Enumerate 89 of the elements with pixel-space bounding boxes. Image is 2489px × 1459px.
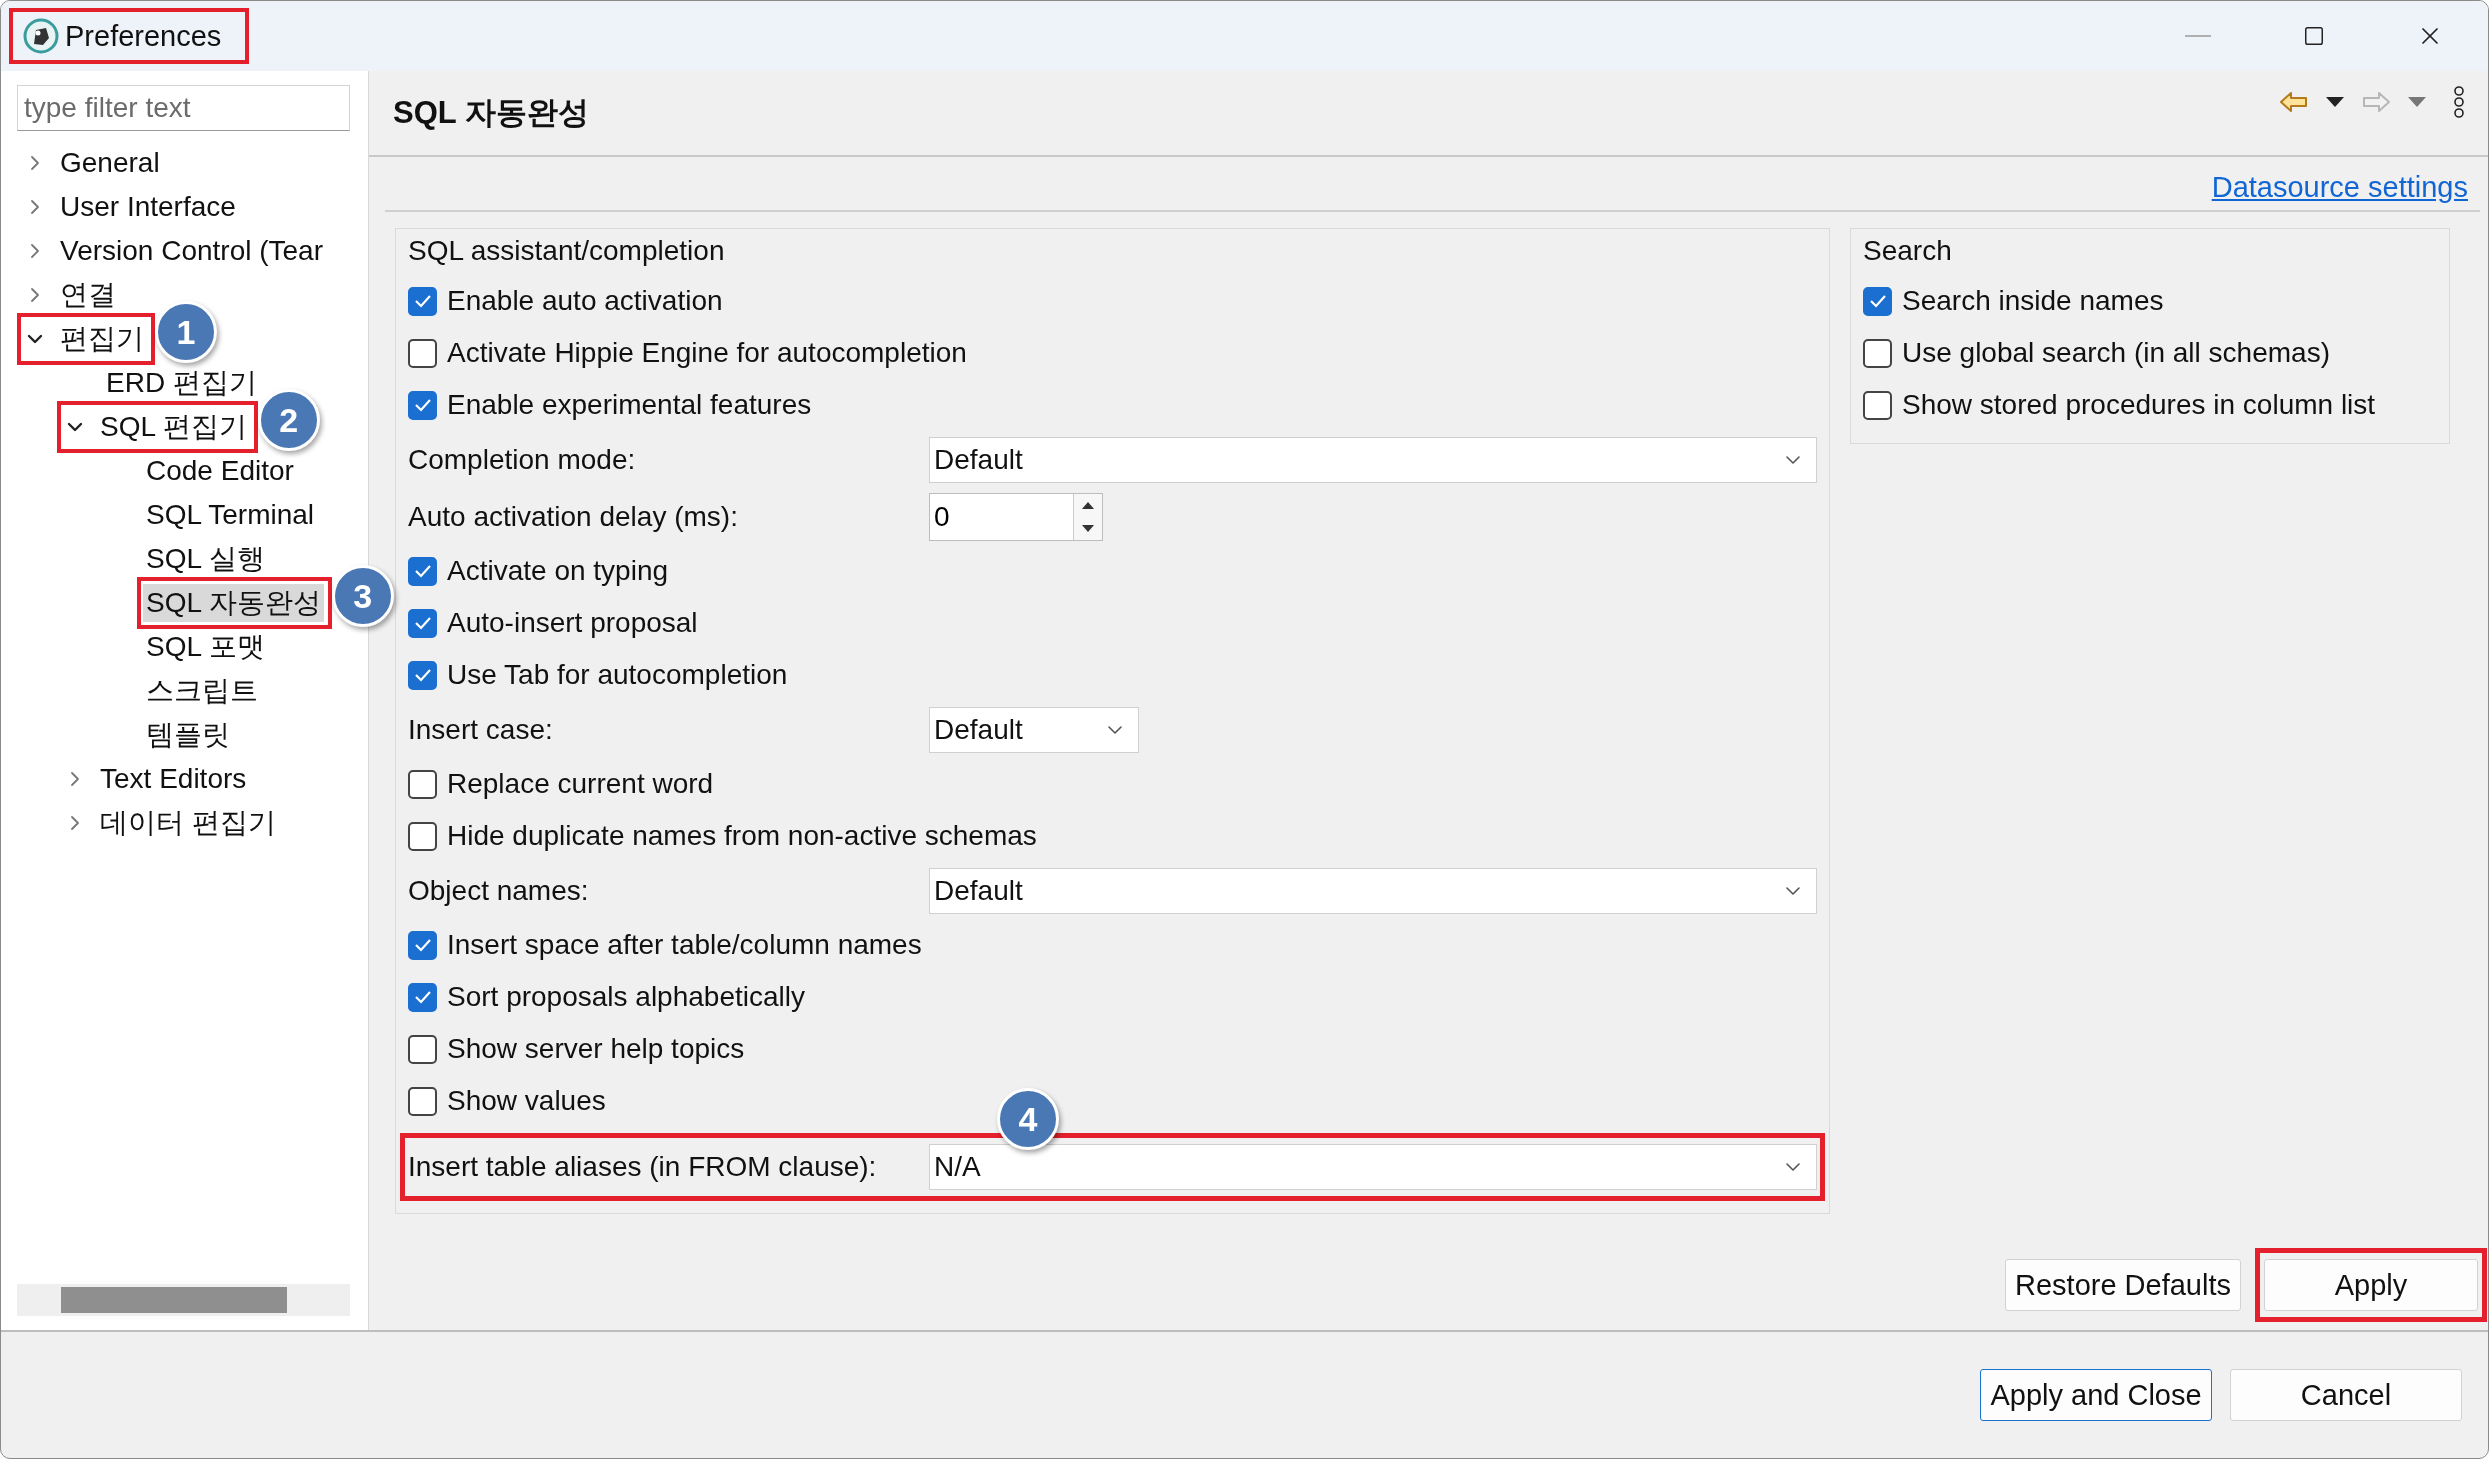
checkbox[interactable] — [408, 608, 437, 638]
tree-item[interactable]: General — [57, 147, 163, 179]
tree-item[interactable]: SQL Terminal — [143, 499, 318, 531]
checkbox[interactable] — [408, 390, 437, 420]
tree-item[interactable]: Code Editor — [143, 455, 297, 487]
tree-item[interactable]: User Interface — [57, 191, 239, 223]
checkbox-option[interactable]: Hide duplicate names from non-active schemas — [408, 810, 1037, 862]
number-spinner[interactable]: 0 — [929, 492, 1103, 541]
dropdown-select[interactable]: Default — [929, 436, 1817, 483]
checkbox[interactable] — [408, 1086, 437, 1116]
maximize-icon — [2303, 25, 2325, 47]
checkbox[interactable] — [408, 556, 437, 586]
tree-item[interactable]: 스크립트 — [143, 672, 261, 710]
tree-item[interactable]: Text Editors — [97, 763, 250, 795]
field-label: Completion mode: — [408, 443, 637, 476]
field-label: Auto activation delay (ms): — [408, 500, 739, 533]
checkmark-icon — [413, 398, 432, 412]
checkbox[interactable] — [408, 821, 437, 851]
tree-item[interactable]: 연결 — [57, 276, 119, 314]
checkmark-icon — [413, 938, 432, 952]
tree-item[interactable]: 데이터 편집기 — [97, 804, 279, 842]
tree-item[interactable]: SQL 실행 — [143, 540, 268, 578]
checkbox-option[interactable]: Use Tab for autocompletion — [408, 649, 788, 701]
field-label: Insert case: — [408, 713, 554, 746]
tree-item[interactable]: SQL 자동완성 — [143, 584, 324, 622]
checkbox-option[interactable]: Show server help topics — [408, 1023, 745, 1075]
tree-item[interactable]: SQL 포맷 — [143, 628, 268, 666]
checkbox-option[interactable]: Show stored procedures in column list — [1863, 379, 2376, 431]
checkbox-option[interactable]: Search inside names — [1863, 275, 2164, 327]
tree-item[interactable]: SQL 편집기 — [97, 408, 250, 446]
checkbox-option[interactable]: Enable experimental features — [408, 379, 812, 431]
checkbox[interactable] — [408, 286, 437, 316]
number-input[interactable]: 0 — [930, 499, 1073, 534]
checkbox-option[interactable]: Insert space after table/column names — [408, 919, 922, 971]
tree-item[interactable]: ERD 편집기 — [103, 364, 260, 402]
dropdown-select[interactable]: N/A — [929, 1144, 1817, 1190]
checkbox[interactable] — [408, 338, 437, 368]
callout-badge: 4 — [997, 1088, 1059, 1150]
field-label: Insert table aliases (in FROM clause): — [408, 1151, 878, 1183]
checkbox[interactable] — [1863, 286, 1892, 316]
down-triangle-icon — [1082, 524, 1094, 532]
dropdown-caret-icon[interactable] — [2326, 97, 2344, 107]
restore-defaults-button[interactable]: Restore Defaults — [2005, 1259, 2241, 1311]
cancel-button[interactable]: Cancel — [2230, 1369, 2462, 1421]
apply-button[interactable]: Apply — [2264, 1259, 2478, 1311]
dropdown-select[interactable]: Default — [929, 706, 1139, 753]
callout-badge: 1 — [155, 301, 217, 363]
tree-item[interactable]: 편집기 — [57, 320, 147, 358]
checkmark-icon — [413, 668, 432, 682]
checkbox-option[interactable]: Use global search (in all schemas) — [1863, 327, 2330, 379]
app-logo-icon — [23, 18, 59, 54]
dropdown-select[interactable]: Default — [929, 867, 1817, 914]
tree-item[interactable]: 템플릿 — [143, 716, 233, 754]
checkmark-icon — [413, 990, 432, 1004]
checkbox-option[interactable]: Activate on typing — [408, 545, 669, 597]
checkbox-option[interactable]: Sort proposals alphabetically — [408, 971, 805, 1023]
field-label: Object names: — [408, 874, 590, 907]
checkbox[interactable] — [408, 930, 437, 960]
checkbox-option[interactable]: Show values — [408, 1075, 606, 1127]
group-title: Search — [1863, 235, 1953, 267]
checkbox[interactable] — [1863, 338, 1892, 368]
back-arrow-button[interactable] — [2278, 90, 2310, 114]
spin-down-button[interactable] — [1074, 516, 1102, 540]
group-title: SQL assistant/completion — [408, 235, 726, 267]
apply-and-close-button[interactable]: Apply and Close — [1980, 1369, 2212, 1421]
checkmark-icon — [413, 564, 432, 578]
tree-item[interactable]: Version Control (Tear — [57, 235, 326, 267]
checkbox[interactable] — [408, 660, 437, 690]
checkmark-icon — [413, 294, 432, 308]
spin-up-button[interactable] — [1074, 493, 1102, 517]
checkbox[interactable] — [1863, 390, 1892, 420]
checkbox[interactable] — [408, 769, 437, 799]
checkbox[interactable] — [408, 1034, 437, 1064]
filter-field[interactable]: type filter text — [17, 85, 350, 131]
checkmark-icon — [1868, 294, 1887, 308]
more-options-icon[interactable] — [2452, 85, 2466, 119]
checkbox-option[interactable]: Auto-insert proposal — [408, 597, 698, 649]
window-title: Preferences — [65, 19, 222, 53]
checkbox-option[interactable]: Enable auto activation — [408, 275, 723, 327]
page-title: SQL 자동완성 — [393, 94, 589, 132]
horizontal-scrollbar[interactable] — [17, 1284, 350, 1316]
checkbox-option[interactable]: Replace current word — [408, 758, 714, 810]
checkmark-icon — [413, 616, 432, 630]
up-triangle-icon — [1082, 501, 1094, 509]
checkbox[interactable] — [408, 982, 437, 1012]
minimize-icon — [2185, 35, 2211, 37]
datasource-settings-link[interactable]: Datasource settings — [2211, 171, 2468, 204]
checkbox-option[interactable]: Activate Hippie Engine for autocompletion — [408, 327, 967, 379]
scrollbar-thumb[interactable] — [61, 1287, 287, 1313]
